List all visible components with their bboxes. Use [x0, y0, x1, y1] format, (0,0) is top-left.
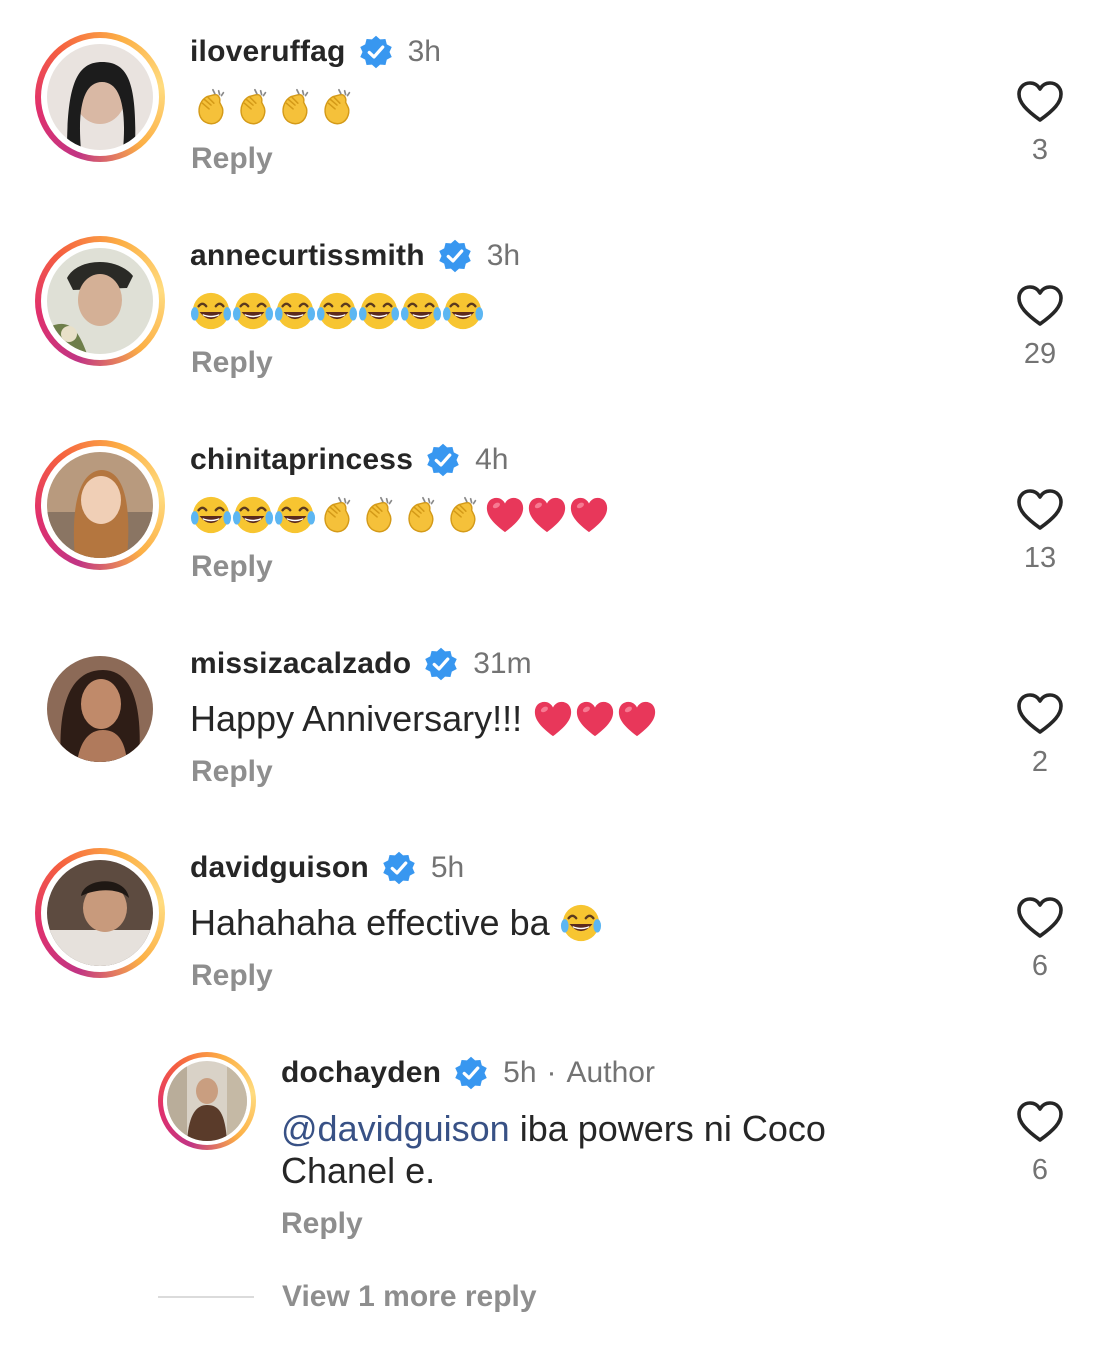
mention-link[interactable]: @davidguison	[281, 1108, 510, 1149]
view-more-replies-label[interactable]: View 1 more reply	[282, 1280, 537, 1314]
tears-of-joy-icon	[316, 290, 358, 332]
clapping-hands-icon	[316, 494, 358, 536]
username[interactable]: davidguison	[190, 851, 369, 885]
verified-badge-icon	[453, 1055, 489, 1091]
verified-badge-icon	[423, 646, 459, 682]
reply-button[interactable]: Reply	[281, 1207, 363, 1241]
comment-emojis	[190, 490, 610, 540]
reply-button[interactable]: Reply	[191, 755, 273, 789]
avatar[interactable]	[35, 236, 165, 366]
heart-outline-icon[interactable]	[1016, 80, 1064, 124]
username[interactable]: dochayden	[281, 1056, 441, 1090]
heart-outline-icon[interactable]	[1016, 284, 1064, 328]
timestamp: 4h	[475, 443, 509, 476]
reply-button[interactable]: Reply	[191, 550, 273, 584]
clapping-hands-icon	[442, 494, 484, 536]
avatar-photo	[47, 44, 153, 150]
avatar-photo	[47, 656, 153, 762]
tears-of-joy-icon	[232, 290, 274, 332]
timestamp: 5h	[503, 1056, 537, 1089]
red-heart-icon	[574, 698, 616, 740]
tears-of-joy-icon	[190, 494, 232, 536]
verified-badge-icon	[437, 238, 473, 274]
like-control: 3	[1016, 80, 1064, 167]
tears-of-joy-icon	[400, 290, 442, 332]
avatar-photo	[47, 860, 153, 966]
tears-of-joy-icon	[274, 494, 316, 536]
timestamp: 3h	[407, 35, 441, 68]
avatar[interactable]	[35, 440, 165, 570]
tears-of-joy-icon	[190, 290, 232, 332]
comment-emojis	[190, 82, 358, 132]
like-control: 13	[1016, 488, 1064, 575]
like-count: 6	[1031, 1154, 1049, 1186]
comment-text: @davidguison iba powers ni Coco Chanel e…	[281, 1108, 921, 1192]
verified-badge-icon	[358, 34, 394, 70]
avatar[interactable]	[35, 848, 165, 978]
clapping-hands-icon	[190, 86, 232, 128]
clapping-hands-icon	[400, 494, 442, 536]
avatar[interactable]	[35, 644, 165, 774]
timestamp: 3h	[486, 239, 521, 272]
like-count: 2	[1031, 746, 1049, 778]
clapping-hands-icon	[274, 86, 316, 128]
avatar-photo	[47, 248, 153, 354]
avatar[interactable]	[158, 1052, 256, 1150]
username[interactable]: chinitaprincess	[190, 443, 413, 477]
tears-of-joy-icon	[358, 290, 400, 332]
heart-outline-icon[interactable]	[1016, 692, 1064, 736]
tears-of-joy-icon	[442, 290, 484, 332]
avatar[interactable]	[35, 32, 165, 162]
like-control: 6	[1016, 896, 1064, 983]
avatar-photo	[167, 1061, 247, 1141]
verified-badge-icon	[425, 442, 461, 478]
avatar-photo	[47, 452, 153, 558]
separator-dot: ·	[546, 1056, 557, 1089]
reply-button[interactable]: Reply	[191, 959, 273, 993]
like-count: 29	[1023, 338, 1057, 370]
comment-body: Happy Anniversary!!!	[190, 694, 658, 744]
red-heart-icon	[532, 698, 574, 740]
timestamp: 5h	[430, 851, 465, 884]
reply-button[interactable]: Reply	[191, 346, 273, 380]
clapping-hands-icon	[316, 86, 358, 128]
username[interactable]: iloveruffag	[190, 35, 346, 69]
red-heart-icon	[616, 698, 658, 740]
timestamp: 31m	[473, 647, 532, 680]
comment-text-line1: iba powers ni Coco	[509, 1108, 826, 1149]
author-label: Author	[566, 1056, 655, 1089]
clapping-hands-icon	[232, 86, 274, 128]
like-control: 2	[1016, 692, 1064, 779]
heart-outline-icon[interactable]	[1016, 896, 1064, 940]
like-control: 29	[1016, 284, 1064, 371]
comment-text-line2: Chanel e.	[281, 1150, 436, 1191]
comment-emojis	[190, 286, 484, 336]
username[interactable]: missizacalzado	[190, 647, 411, 681]
comment-body: Hahahaha effective ba	[190, 898, 602, 948]
like-count: 3	[1031, 134, 1049, 166]
verified-badge-icon	[381, 850, 417, 886]
red-heart-icon	[484, 494, 526, 536]
like-count: 6	[1031, 950, 1049, 982]
tears-of-joy-icon	[560, 902, 602, 944]
heart-outline-icon[interactable]	[1016, 1100, 1064, 1144]
tears-of-joy-icon	[274, 290, 316, 332]
reply-button[interactable]: Reply	[191, 142, 273, 176]
tears-of-joy-icon	[232, 494, 274, 536]
like-control: 6	[1016, 1100, 1064, 1187]
comment-text: Hahahaha effective ba	[190, 902, 550, 943]
like-count: 13	[1023, 542, 1057, 574]
clapping-hands-icon	[358, 494, 400, 536]
heart-outline-icon[interactable]	[1016, 488, 1064, 532]
red-heart-icon	[526, 494, 568, 536]
red-heart-icon	[568, 494, 610, 536]
username[interactable]: annecurtissmith	[190, 239, 425, 273]
comment-text: Happy Anniversary!!!	[190, 698, 523, 739]
divider-line	[158, 1296, 254, 1298]
view-more-replies[interactable]: View 1 more reply	[158, 1280, 537, 1314]
